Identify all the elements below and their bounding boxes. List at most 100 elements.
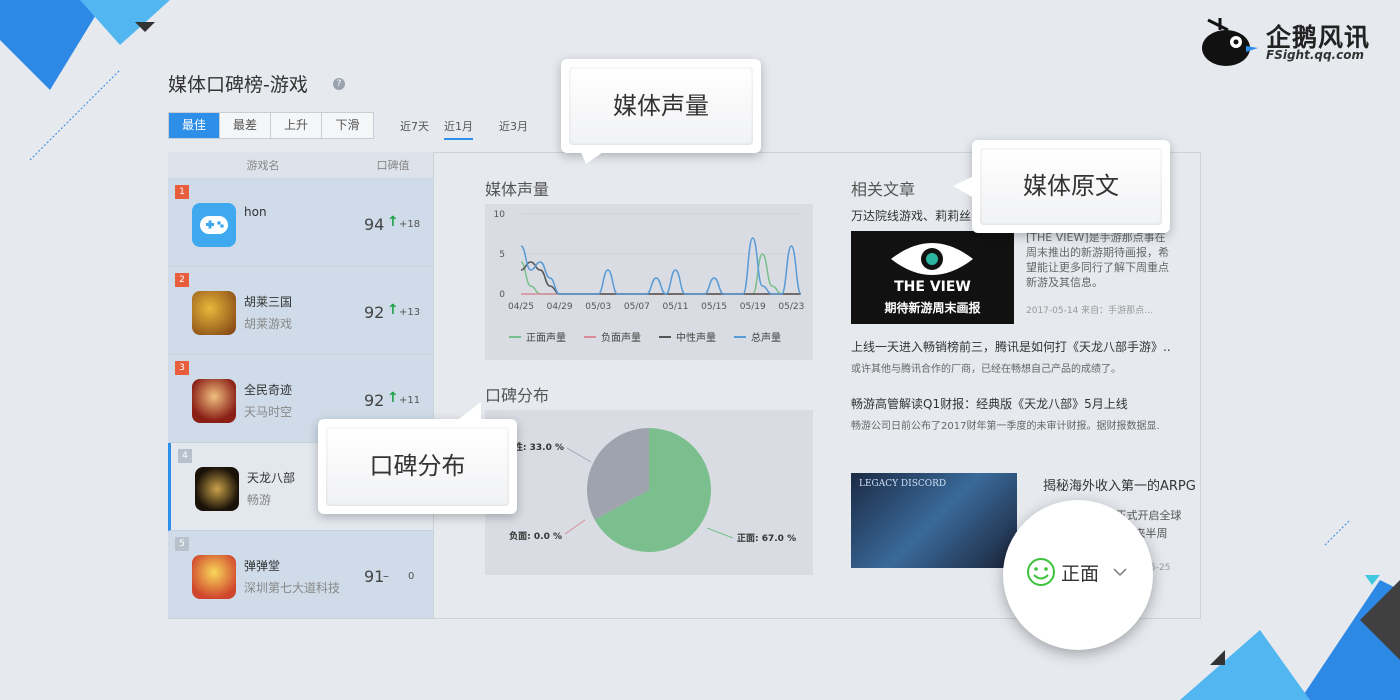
gamepad-icon xyxy=(192,203,236,247)
score-delta: +18 xyxy=(399,219,421,230)
media-volume-title: 媒体声量 xyxy=(485,180,550,199)
period-7d-tab[interactable]: 近7天 xyxy=(400,118,429,134)
article-1-thumbnail[interactable]: THE VIEW 期待新游周末画报 xyxy=(851,231,1014,324)
x-tick-label: 04/29 xyxy=(547,302,573,312)
article-1-title[interactable]: 万达院线游戏、莉莉丝 xyxy=(851,207,981,224)
pie-data-label: 负面: 0.0 % xyxy=(509,530,562,542)
game-score: 92 xyxy=(364,303,385,322)
header-game-name: 游戏名 xyxy=(246,159,280,172)
game-name: hon xyxy=(244,205,267,219)
legend-neutral: 中性声量 xyxy=(659,329,716,344)
game-score: 92 xyxy=(364,391,385,410)
filter-best-button[interactable]: 最佳 xyxy=(169,113,220,138)
media-volume-line-chart: 0 5 10 04/25 04/29 05/03 05/07 05/11 05/15 05/19 0… xyxy=(494,210,805,312)
game-app-icon xyxy=(192,291,236,335)
x-tick-label: 04/25 xyxy=(508,302,534,312)
callout-distribution: 口碑分布 xyxy=(318,419,517,514)
x-tick-label: 05/03 xyxy=(585,302,611,312)
rank-number: 5 xyxy=(175,537,189,551)
game-name: 天龙八部 xyxy=(247,471,296,485)
article-2-summary: 或许其他与腾讯合作的厂商，已经在畅想自己产品的成绩了。 xyxy=(851,364,1121,375)
article-4-thumbnail[interactable]: LEGACY DISCORD xyxy=(851,473,1017,568)
game-app-icon xyxy=(192,379,236,423)
list-item[interactable]: 1 hon 94 ↑ +18 xyxy=(168,179,433,267)
sentiment-chart-panel: 正面: 67.0 % 负面: 0.0 % 性: 33.0 % xyxy=(485,410,813,575)
list-item[interactable]: 5 弹弹堂 深圳第七大道科技 91 – 0 xyxy=(168,531,433,619)
legend-negative: 负面声量 xyxy=(584,329,641,344)
logo-domain: FSight.qq.com xyxy=(1266,48,1364,62)
page-title: 媒体口碑榜-游戏 xyxy=(168,74,308,96)
x-tick-label: 05/23 xyxy=(778,302,804,312)
neutral-dash-icon: – xyxy=(383,569,389,583)
thumbnail-logo-text: LEGACY DISCORD xyxy=(859,479,947,489)
up-arrow-icon: ↑ xyxy=(387,214,399,230)
help-icon[interactable]: ? xyxy=(333,78,345,90)
articles-title: 相关文章 xyxy=(851,180,916,199)
up-arrow-icon: ↑ xyxy=(387,302,399,318)
game-publisher: 胡莱游戏 xyxy=(244,317,293,331)
game-publisher: 畅游 xyxy=(247,493,272,507)
chevron-down-icon[interactable] xyxy=(1113,567,1127,577)
rank-number: 1 xyxy=(175,185,189,199)
y-tick-label: 0 xyxy=(499,290,505,300)
pie-data-label: 正面: 67.0 % xyxy=(737,533,796,544)
score-delta: 0 xyxy=(408,571,415,582)
game-publisher: 深圳第七大道科技 xyxy=(244,581,341,595)
sentiment-dropdown-value[interactable]: 正面 xyxy=(1061,559,1099,586)
legend-total: 总声量 xyxy=(734,329,781,344)
pie-label-leader xyxy=(564,519,586,535)
rank-number: 4 xyxy=(178,449,192,463)
filter-falling-button[interactable]: 下滑 xyxy=(322,113,373,138)
x-tick-label: 05/15 xyxy=(701,302,727,312)
game-app-icon xyxy=(192,555,236,599)
article-2-title[interactable]: 上线一天进入畅销榜前三，腾讯是如何打《天龙八部手游》.. xyxy=(851,338,1173,355)
game-publisher: 天马时空 xyxy=(244,405,293,419)
rank-number: 2 xyxy=(175,273,189,287)
decorative-triangles-top-left xyxy=(0,0,170,161)
x-tick-label: 05/19 xyxy=(740,302,766,312)
game-score: 91 xyxy=(364,567,385,586)
y-tick-label: 10 xyxy=(494,210,506,220)
ranking-list: 游戏名 口碑值 1 hon 94 ↑ +18 2 胡莱三国 胡莱游戏 92 ↑ … xyxy=(168,152,434,619)
game-score: 94 xyxy=(364,215,385,234)
sentiment-pie-chart: 正面: 67.0 % 负面: 0.0 % 性: 33.0 % xyxy=(509,428,796,552)
sentiment-title: 口碑分布 xyxy=(485,386,550,405)
pie-label-leader xyxy=(566,447,592,463)
decorative-triangles-bottom-right xyxy=(1180,520,1400,700)
media-volume-chart-panel: 0 5 10 04/25 04/29 05/03 05/07 05/11 05/15 05/19 0… xyxy=(485,204,813,360)
filter-rising-button[interactable]: 上升 xyxy=(271,113,322,138)
sentiment-selector-magnifier: 正面 xyxy=(1003,500,1153,650)
chart-legend: 正面声量 负面声量 中性声量 总声量 xyxy=(509,329,781,344)
article-3-summary: 畅游公司日前公布了2017财年第一季度的未审计财报。据财报数据显. xyxy=(851,421,1160,432)
score-delta: +13 xyxy=(399,307,421,318)
pie-data-label: 性: 33.0 % xyxy=(514,441,564,453)
filter-worst-button[interactable]: 最差 xyxy=(220,113,271,138)
callout-media-volume: 媒体声量 xyxy=(561,59,761,153)
score-delta: +11 xyxy=(399,395,421,406)
article-1-meta: 2017-05-14 来自：手游那点… xyxy=(1026,306,1154,316)
article-4-meta: 5-25 xyxy=(1150,563,1171,573)
game-name: 弹弹堂 xyxy=(244,559,281,573)
smiley-icon xyxy=(1027,558,1055,586)
x-tick-label: 05/11 xyxy=(663,302,689,312)
period-1m-tab[interactable]: 近1月 xyxy=(444,118,473,140)
game-name: 胡莱三国 xyxy=(244,295,293,309)
y-tick-label: 5 xyxy=(499,250,505,260)
up-arrow-icon: ↑ xyxy=(387,390,399,406)
thumbnail-title: THE VIEW xyxy=(894,279,971,295)
game-app-icon xyxy=(195,467,239,511)
list-item[interactable]: 2 胡莱三国 胡莱游戏 92 ↑ +13 xyxy=(168,267,433,355)
legend-positive: 正面声量 xyxy=(509,329,566,344)
game-name: 全民奇迹 xyxy=(244,383,293,397)
thumbnail-subtitle: 期待新游周末画报 xyxy=(884,301,981,315)
penguin-logo-icon xyxy=(1202,18,1258,66)
article-1-summary: [THE VIEW]是手游那点事在周末推出的新游期待画报，希望能让更多同行了解下… xyxy=(1026,231,1169,289)
filter-tabs: 最佳 最差 上升 下滑 xyxy=(168,112,374,139)
article-4-title[interactable]: 揭秘海外收入第一的ARPG xyxy=(1043,475,1200,494)
article-3-title[interactable]: 畅游高管解读Q1财报：经典版《天龙八部》5月上线 xyxy=(851,395,1173,412)
x-tick-label: 05/07 xyxy=(624,302,650,312)
period-3m-tab[interactable]: 近3月 xyxy=(499,118,528,134)
rank-number: 3 xyxy=(175,361,189,375)
brand-logo: 企鹅风讯 FSight.qq.com xyxy=(1198,16,1388,66)
header-score: 口碑值 xyxy=(376,159,410,172)
